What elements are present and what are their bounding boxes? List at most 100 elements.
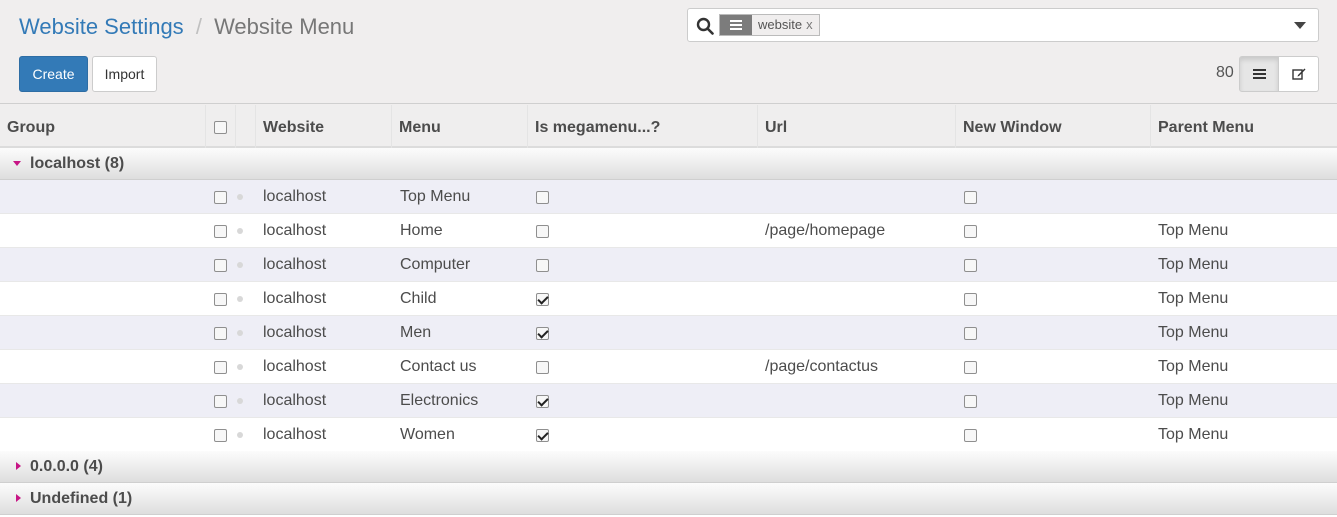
row-select-checkbox[interactable] xyxy=(214,361,227,374)
cell-parent-menu: Top Menu xyxy=(1158,290,1229,307)
megamenu-checkbox xyxy=(536,293,549,306)
select-all-checkbox[interactable] xyxy=(214,121,227,134)
cell-website: localhost xyxy=(263,222,327,239)
table-row[interactable]: localhost Men Top Menu xyxy=(0,316,1337,350)
cell-menu: Home xyxy=(400,222,443,239)
new-window-checkbox xyxy=(964,429,977,442)
megamenu-checkbox xyxy=(536,395,549,408)
cell-parent-menu: Top Menu xyxy=(1158,358,1229,375)
table-row[interactable]: localhost Electronics Top Menu xyxy=(0,384,1337,418)
megamenu-checkbox xyxy=(536,429,549,442)
list-view-button[interactable] xyxy=(1239,56,1279,92)
table-row[interactable]: localhost Women Top Menu xyxy=(0,418,1337,452)
drag-handle-icon[interactable] xyxy=(237,398,243,404)
group-label: localhost (8) xyxy=(30,155,125,172)
megamenu-checkbox xyxy=(536,361,549,374)
control-panel: Website Settings / Website Menu website x… xyxy=(0,0,1337,104)
table-row[interactable]: localhost Top Menu xyxy=(0,180,1337,214)
list-icon xyxy=(720,15,752,35)
row-select-checkbox[interactable] xyxy=(214,259,227,272)
drag-handle-icon[interactable] xyxy=(237,262,243,268)
breadcrumb-separator: / xyxy=(195,14,202,39)
new-window-checkbox xyxy=(964,361,977,374)
header-parent-menu[interactable]: Parent Menu xyxy=(1151,105,1337,148)
cell-url: /page/homepage xyxy=(765,222,886,239)
cell-parent-menu: Top Menu xyxy=(1158,324,1229,341)
table-header: Group Website Menu Is megamenu...? Url N… xyxy=(0,105,1337,148)
table-row[interactable]: localhost Contact us/page/contactus Top Me… xyxy=(0,350,1337,384)
caret-right-icon xyxy=(16,494,21,502)
cell-menu: Men xyxy=(400,324,432,341)
caret-down-icon xyxy=(13,161,21,166)
cell-url: /page/contactus xyxy=(765,358,878,375)
megamenu-checkbox xyxy=(536,259,549,272)
row-select-checkbox[interactable] xyxy=(214,429,227,442)
edit-icon xyxy=(1291,68,1305,80)
pager-value[interactable]: 80 xyxy=(1216,64,1234,82)
search-icon[interactable] xyxy=(696,17,714,35)
breadcrumb-website-settings[interactable]: Website Settings xyxy=(19,14,184,39)
cell-website: localhost xyxy=(263,392,327,409)
drag-handle-icon[interactable] xyxy=(237,432,243,438)
row-select-checkbox[interactable] xyxy=(214,395,227,408)
cell-menu: Child xyxy=(400,290,437,307)
import-button[interactable]: Import xyxy=(92,56,157,92)
cell-website: localhost xyxy=(263,324,327,341)
cell-parent-menu: Top Menu xyxy=(1158,392,1229,409)
header-select-all-cell xyxy=(206,105,236,148)
drag-handle-icon[interactable] xyxy=(237,330,243,336)
breadcrumb: Website Settings / Website Menu xyxy=(19,14,354,40)
new-window-checkbox xyxy=(964,395,977,408)
group-label: Undefined (1) xyxy=(30,490,133,507)
new-window-checkbox xyxy=(964,225,977,238)
drag-handle-icon[interactable] xyxy=(237,194,243,200)
cell-website: localhost xyxy=(263,426,327,443)
cell-menu: Contact us xyxy=(400,358,477,375)
search-input[interactable] xyxy=(828,15,1268,35)
header-handle-cell xyxy=(236,105,256,148)
megamenu-checkbox xyxy=(536,327,549,340)
search-bar[interactable]: website x xyxy=(687,8,1319,42)
caret-down-icon[interactable] xyxy=(1294,22,1306,29)
cell-parent-menu: Top Menu xyxy=(1158,426,1229,443)
row-select-checkbox[interactable] xyxy=(214,191,227,204)
cell-website: localhost xyxy=(263,256,327,273)
cell-website: localhost xyxy=(263,188,327,205)
group-row-localhost[interactable]: localhost (8) xyxy=(0,148,1337,180)
header-website[interactable]: Website xyxy=(256,105,392,148)
megamenu-checkbox xyxy=(536,191,549,204)
form-view-button[interactable] xyxy=(1279,56,1319,92)
cell-menu: Women xyxy=(400,426,455,443)
search-facet[interactable]: website x xyxy=(719,14,820,36)
row-select-checkbox[interactable] xyxy=(214,327,227,340)
facet-remove-icon[interactable]: x xyxy=(806,17,813,32)
group-row-undefined[interactable]: Undefined (1) xyxy=(0,483,1337,515)
new-window-checkbox xyxy=(964,327,977,340)
header-is-megamenu[interactable]: Is megamenu...? xyxy=(528,105,758,148)
table-row[interactable]: localhost Home/page/homepage Top Menu xyxy=(0,214,1337,248)
header-group[interactable]: Group xyxy=(0,105,206,148)
cell-parent-menu: Top Menu xyxy=(1158,256,1229,273)
drag-handle-icon[interactable] xyxy=(237,364,243,370)
header-url[interactable]: Url xyxy=(758,105,956,148)
caret-right-icon xyxy=(16,462,21,470)
cell-menu: Electronics xyxy=(400,392,479,409)
table-row[interactable]: localhost Child Top Menu xyxy=(0,282,1337,316)
cell-website: localhost xyxy=(263,358,327,375)
new-window-checkbox xyxy=(964,191,977,204)
drag-handle-icon[interactable] xyxy=(237,228,243,234)
group-row-0-0-0-0[interactable]: 0.0.0.0 (4) xyxy=(0,451,1337,483)
view-switcher xyxy=(1239,56,1319,92)
new-window-checkbox xyxy=(964,293,977,306)
breadcrumb-current: Website Menu xyxy=(214,14,355,39)
row-select-checkbox[interactable] xyxy=(214,293,227,306)
facet-value: website x xyxy=(752,15,819,35)
header-menu[interactable]: Menu xyxy=(392,105,528,148)
header-new-window[interactable]: New Window xyxy=(956,105,1151,148)
create-button[interactable]: Create xyxy=(19,56,88,92)
drag-handle-icon[interactable] xyxy=(237,296,243,302)
cell-menu: Computer xyxy=(400,256,471,273)
row-select-checkbox[interactable] xyxy=(214,225,227,238)
cell-parent-menu: Top Menu xyxy=(1158,222,1229,239)
table-row[interactable]: localhost Computer Top Menu xyxy=(0,248,1337,282)
